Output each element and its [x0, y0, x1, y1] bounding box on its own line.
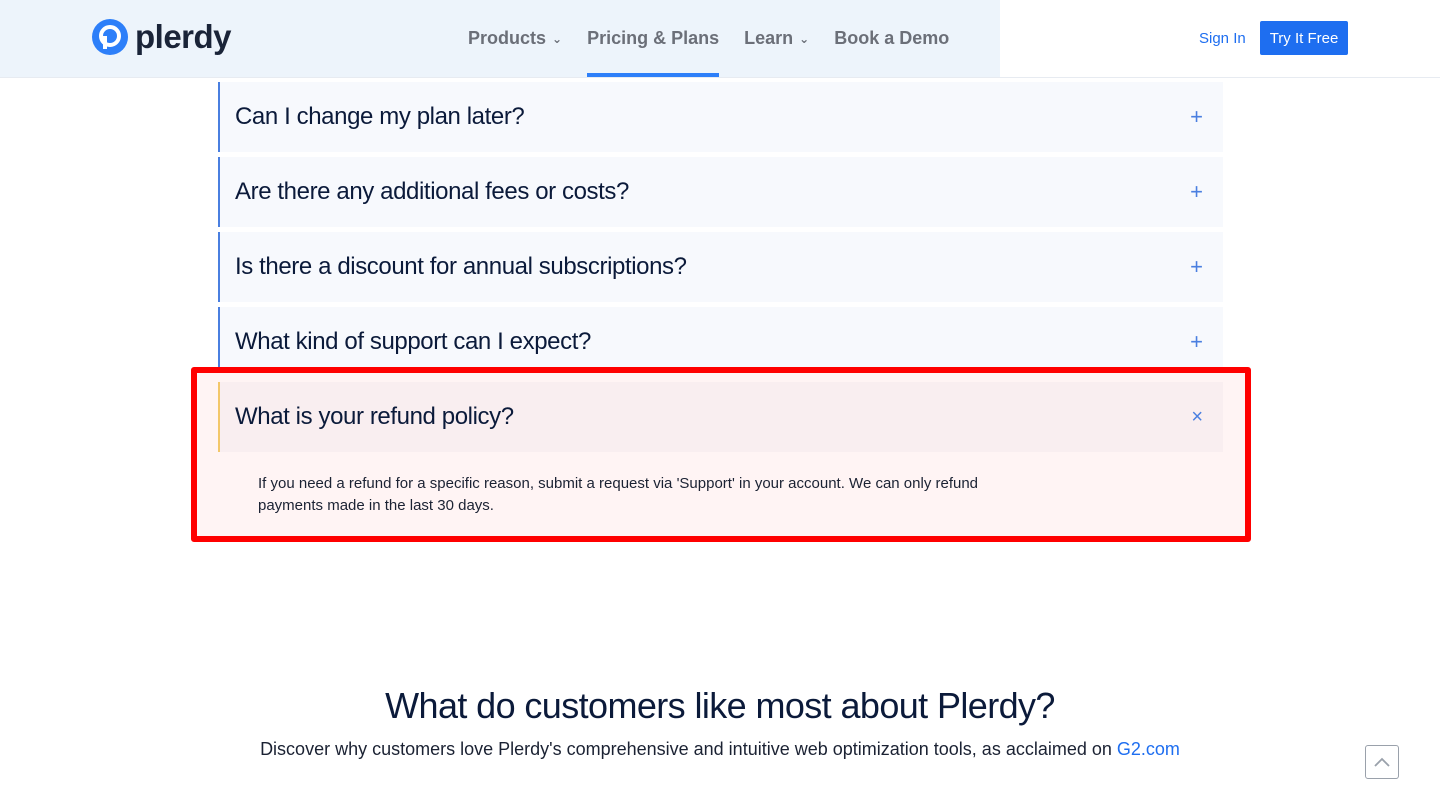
plus-icon[interactable]: +	[1190, 331, 1203, 353]
chevron-up-icon	[1374, 757, 1390, 767]
nav-learn-label: Learn	[744, 28, 794, 48]
faq-item-support[interactable]: What kind of support can I expect? +	[218, 307, 1223, 377]
faq-question: Are there any additional fees or costs?	[235, 178, 629, 205]
customers-section-title: What do customers like most about Plerdy…	[385, 685, 1055, 726]
faq-question: What is your refund policy?	[235, 403, 514, 430]
site-header: plerdy Products ⌄ Pricing & Plans Learn …	[0, 0, 1440, 78]
nav-products[interactable]: Products ⌄	[468, 0, 562, 77]
faq-item-additional-fees[interactable]: Are there any additional fees or costs? …	[218, 157, 1223, 227]
main-nav: Products ⌄ Pricing & Plans Learn ⌄ Book …	[468, 0, 974, 77]
nav-learn[interactable]: Learn ⌄	[744, 0, 809, 77]
subtitle-text: Discover why customers love Plerdy's com…	[260, 739, 1117, 759]
faq-item-refund-policy[interactable]: What is your refund policy? ×	[218, 382, 1223, 452]
scroll-to-top-button[interactable]	[1365, 745, 1399, 779]
nav-book-demo[interactable]: Book a Demo	[834, 0, 949, 77]
plus-icon[interactable]: +	[1190, 181, 1203, 203]
nav-book-demo-label: Book a Demo	[834, 28, 950, 48]
chevron-down-icon: ⌄	[552, 31, 563, 46]
plus-icon[interactable]: +	[1190, 106, 1203, 128]
nav-pricing-label: Pricing & Plans	[587, 28, 720, 48]
g2-link[interactable]: G2.com	[1117, 739, 1180, 759]
close-icon[interactable]: ×	[1191, 407, 1203, 427]
try-it-free-button[interactable]: Try It Free	[1260, 21, 1348, 55]
faq-answer-refund: If you need a refund for a specific reas…	[258, 475, 979, 514]
logo-text: plerdy	[135, 18, 232, 55]
faq-question: What kind of support can I expect?	[235, 328, 591, 355]
faq-item-annual-discount[interactable]: Is there a discount for annual subscript…	[218, 232, 1223, 302]
chevron-down-icon: ⌄	[799, 31, 810, 46]
faq-question: Can I change my plan later?	[235, 103, 525, 130]
plerdy-logo-icon	[92, 19, 128, 55]
faq-item-change-plan[interactable]: Can I change my plan later? +	[218, 82, 1223, 152]
plerdy-logo[interactable]: plerdy	[91, 18, 232, 56]
faq-question: Is there a discount for annual subscript…	[235, 253, 687, 280]
nav-products-label: Products	[468, 28, 547, 48]
nav-pricing-plans[interactable]: Pricing & Plans	[587, 0, 720, 77]
plus-icon[interactable]: +	[1190, 256, 1203, 278]
sign-in-link[interactable]: Sign In	[1199, 30, 1246, 47]
customers-section-subtitle: Discover why customers love Plerdy's com…	[0, 739, 1440, 760]
